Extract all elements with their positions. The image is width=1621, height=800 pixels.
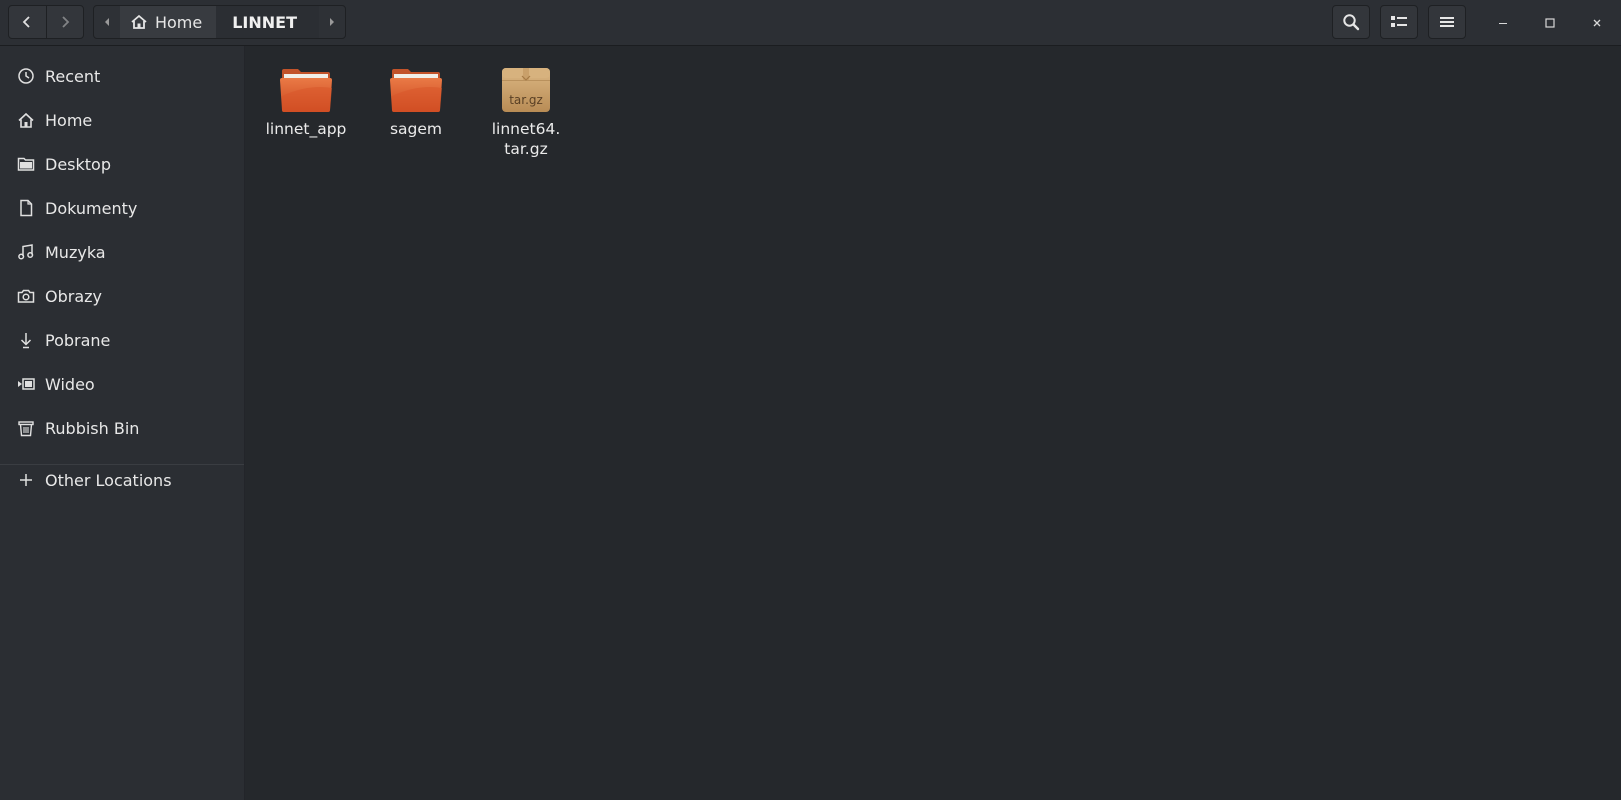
maximize-button[interactable]: [1537, 10, 1563, 36]
sidebar-item-recent[interactable]: Recent: [0, 54, 244, 98]
document-icon: [16, 198, 36, 218]
sidebar-item-label: Wideo: [45, 374, 95, 394]
archive-badge: tar.gz: [509, 93, 543, 107]
file-item-linnet64-tar-gz[interactable]: tar.gz linnet64. tar.gz: [471, 66, 581, 159]
folder-icon: [278, 66, 334, 114]
file-item-sagem[interactable]: sagem: [361, 66, 471, 139]
breadcrumb-current[interactable]: LINNET: [216, 6, 320, 38]
sidebar-item-label: Pobrane: [45, 330, 111, 350]
file-view: linnet_app sagem tar.gz linnet64. tar.gz: [245, 46, 1621, 800]
forward-button[interactable]: [45, 6, 84, 38]
minimize-button[interactable]: [1490, 10, 1516, 36]
search-button[interactable]: [1332, 5, 1370, 39]
navigation-buttons: [8, 5, 84, 39]
sidebar-item-label: Obrazy: [45, 286, 102, 306]
hamburger-menu-icon: [1440, 17, 1454, 27]
archive-icon: tar.gz: [498, 66, 554, 114]
chevron-right-icon: [62, 16, 70, 28]
clock-icon: [16, 66, 36, 86]
sidebar-item-label: Dokumenty: [45, 198, 138, 218]
download-icon: [16, 330, 36, 350]
sidebar-item-videos[interactable]: Wideo: [0, 362, 244, 406]
plus-icon: [16, 470, 36, 490]
sidebar-item-label: Desktop: [45, 154, 111, 174]
close-icon: [1593, 19, 1601, 27]
trash-icon: [16, 418, 36, 438]
file-item-linnet-app[interactable]: linnet_app: [251, 66, 361, 139]
sidebar-item-music[interactable]: Muzyka: [0, 230, 244, 274]
sidebar-item-label: Recent: [45, 66, 101, 86]
sidebar-item-trash[interactable]: Rubbish Bin: [0, 406, 244, 450]
close-button[interactable]: [1584, 10, 1610, 36]
home-icon: [130, 14, 148, 30]
sidebar-item-pictures[interactable]: Obrazy: [0, 274, 244, 318]
sidebar-item-label: Rubbish Bin: [45, 418, 140, 438]
sidebar-item-desktop[interactable]: Desktop: [0, 142, 244, 186]
list-view-icon: [1391, 16, 1407, 27]
home-icon: [16, 110, 36, 130]
file-name-line2: tar.gz: [504, 140, 548, 158]
video-icon: [16, 374, 36, 394]
search-icon: [1343, 14, 1360, 31]
sidebar-item-label: Other Locations: [45, 470, 172, 490]
sidebar-item-home[interactable]: Home: [0, 98, 244, 142]
sidebar-item-documents[interactable]: Dokumenty: [0, 186, 244, 230]
breadcrumb: Home LINNET: [93, 5, 346, 39]
folder-icon: [388, 66, 444, 114]
view-toggle-button[interactable]: [1380, 5, 1418, 39]
folder-icon: [16, 154, 36, 174]
triangle-left-icon: [104, 18, 109, 26]
maximize-icon: [1545, 18, 1555, 28]
breadcrumb-scroll-right[interactable]: [319, 6, 345, 38]
chevron-left-icon: [22, 16, 30, 28]
sidebar-item-label: Home: [45, 110, 93, 130]
main-menu-button[interactable]: [1428, 5, 1466, 39]
breadcrumb-home[interactable]: Home: [119, 6, 217, 38]
breadcrumb-scroll-left[interactable]: [94, 6, 120, 38]
sidebar: Recent Home Desktop Dokumenty Muzyka Obr…: [0, 46, 245, 800]
music-icon: [16, 242, 36, 262]
file-name-line1: linnet64.: [491, 120, 561, 138]
breadcrumb-home-label: Home: [154, 12, 203, 32]
sidebar-item-downloads[interactable]: Pobrane: [0, 318, 244, 362]
sidebar-item-label: Muzyka: [45, 242, 106, 262]
file-name: sagem: [389, 120, 443, 138]
header-bar: Home LINNET: [0, 0, 1621, 46]
camera-icon: [16, 286, 36, 306]
triangle-right-icon: [330, 18, 334, 26]
file-name: linnet_app: [265, 120, 347, 138]
file-name: linnet64. tar.gz: [471, 119, 581, 159]
breadcrumb-current-label: LINNET: [232, 12, 298, 32]
sidebar-item-other-locations[interactable]: Other Locations: [0, 458, 244, 502]
minimize-icon: [1499, 23, 1507, 24]
back-button[interactable]: [9, 6, 46, 38]
